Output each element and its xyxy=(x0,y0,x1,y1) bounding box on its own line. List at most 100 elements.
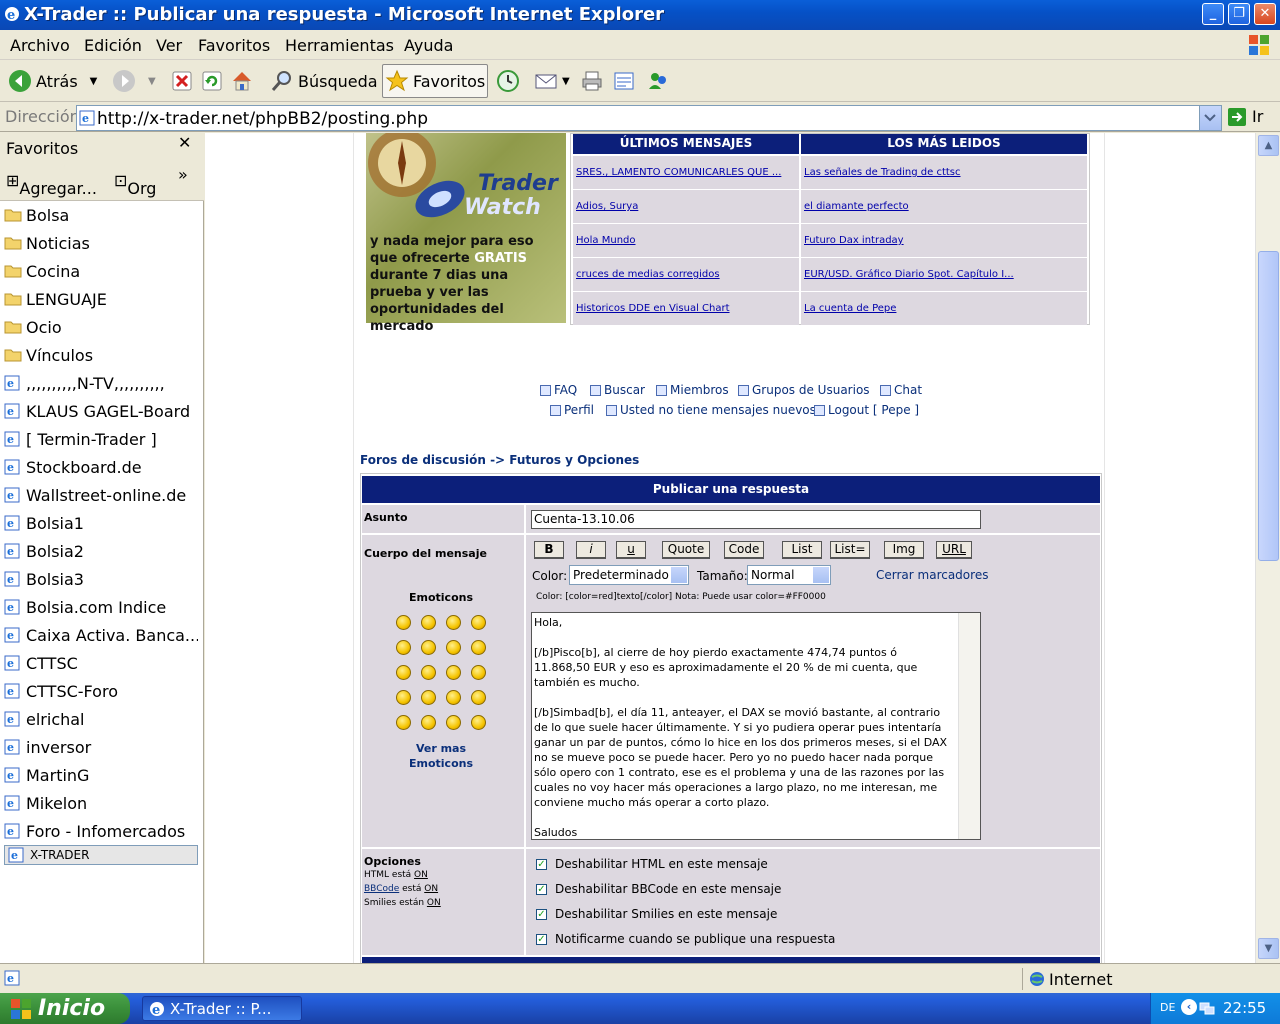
emoticon-icon[interactable] xyxy=(446,715,461,730)
latest-message-link[interactable]: Hola Mundo xyxy=(573,224,799,257)
favorite-item[interactable]: Vínculos xyxy=(4,341,198,369)
most-read-link[interactable]: La cuenta de Pepe xyxy=(801,292,1087,325)
favorite-item[interactable]: e MartinG xyxy=(4,761,198,789)
print-button[interactable] xyxy=(580,66,608,96)
most-read-link[interactable]: Las señales de Trading de cttsc xyxy=(801,156,1087,189)
taskbar-item-ie[interactable]: e X-Trader :: P... xyxy=(142,996,302,1021)
forward-dropdown-icon[interactable]: ▼ xyxy=(148,76,156,87)
favorite-item[interactable]: e Bolsia2 xyxy=(4,537,198,565)
scroll-down-button[interactable]: ▼ xyxy=(1258,938,1279,959)
scroll-thumb[interactable] xyxy=(1258,251,1279,561)
menu-favoritos[interactable]: Favoritos xyxy=(198,36,270,55)
minimize-button[interactable]: _ xyxy=(1202,3,1224,25)
emoticon-icon[interactable] xyxy=(421,715,436,730)
favorite-item[interactable]: Noticias xyxy=(4,229,198,257)
menu-herramientas[interactable]: Herramientas xyxy=(285,36,394,55)
refresh-button[interactable] xyxy=(200,66,228,96)
checkbox[interactable]: ✓ xyxy=(536,883,547,895)
list-numbered-button[interactable]: List= xyxy=(830,541,870,559)
members-link[interactable]: Miembros xyxy=(656,383,729,397)
mail-button[interactable]: ▼ xyxy=(534,66,570,96)
list-button[interactable]: List xyxy=(782,541,822,559)
network-icon[interactable] xyxy=(1199,1000,1215,1016)
emoticon-icon[interactable] xyxy=(396,715,411,730)
menu-ayuda[interactable]: Ayuda xyxy=(404,36,453,55)
scroll-up-button[interactable]: ▲ xyxy=(1258,135,1279,156)
latest-message-link[interactable]: cruces de medias corregidos xyxy=(573,258,799,291)
textarea-scrollbar[interactable] xyxy=(958,613,980,839)
size-select[interactable]: Normal xyxy=(747,565,831,585)
tray-expand-icon[interactable]: ‹ xyxy=(1181,999,1197,1015)
bbcode-link[interactable]: BBCode xyxy=(364,884,399,894)
checkbox[interactable]: ✓ xyxy=(536,858,547,870)
emoticon-icon[interactable] xyxy=(446,665,461,680)
emoticon-icon[interactable] xyxy=(421,615,436,630)
bold-button[interactable]: B xyxy=(534,541,564,559)
subject-input[interactable]: Cuenta-13.10.06 xyxy=(531,510,981,529)
most-read-link[interactable]: EUR/USD. Gráfico Diario Spot. Capítulo I… xyxy=(801,258,1087,291)
emoticon-icon[interactable] xyxy=(396,690,411,705)
favorite-item[interactable]: e X-TRADER xyxy=(4,845,198,865)
restore-button[interactable]: ❐ xyxy=(1228,3,1250,25)
url-button[interactable]: URL xyxy=(936,541,972,559)
favorite-item[interactable]: e elrichal xyxy=(4,705,198,733)
favorite-item[interactable]: e CTTSC xyxy=(4,649,198,677)
messenger-button[interactable] xyxy=(646,66,674,96)
language-indicator[interactable]: DE xyxy=(1160,1001,1175,1014)
page-scrollbar[interactable]: ▲ ▼ xyxy=(1255,133,1280,963)
private-messages-link[interactable]: Usted no tiene mensajes nuevos xyxy=(606,403,816,417)
faq-link[interactable]: FAQ xyxy=(540,383,577,397)
mail-dropdown-icon[interactable]: ▼ xyxy=(562,76,570,87)
organize-favorites-button[interactable]: ⊡ Org xyxy=(114,171,156,198)
close-button[interactable]: ✕ xyxy=(1254,3,1276,25)
latest-message-link[interactable]: SRES., LAMENTO COMUNICARLES QUE ... xyxy=(573,156,799,189)
close-icon[interactable]: ✕ xyxy=(178,133,191,152)
favorite-item[interactable]: e inversor xyxy=(4,733,198,761)
favorite-item[interactable]: e Bolsia1 xyxy=(4,509,198,537)
code-button[interactable]: Code xyxy=(724,541,764,559)
search-button[interactable]: Búsqueda xyxy=(270,66,378,96)
favorite-item[interactable]: e Mikelon xyxy=(4,789,198,817)
img-button[interactable]: Img xyxy=(884,541,924,559)
close-tags-link[interactable]: Cerrar marcadores xyxy=(876,568,988,582)
more-emoticons-link[interactable]: Ver mas Emoticons xyxy=(362,741,520,771)
favorite-item[interactable]: Cocina xyxy=(4,257,198,285)
most-read-link[interactable]: el diamante perfecto xyxy=(801,190,1087,223)
latest-message-link[interactable]: Historicos DDE en Visual Chart xyxy=(573,292,799,325)
traderwatch-banner[interactable]: Trader Watch y nada mejor para eso que o… xyxy=(366,133,566,334)
history-button[interactable] xyxy=(496,66,524,96)
emoticon-icon[interactable] xyxy=(396,665,411,680)
quote-button[interactable]: Quote xyxy=(662,541,710,559)
address-dropdown-button[interactable] xyxy=(1199,106,1221,130)
emoticon-icon[interactable] xyxy=(471,715,486,730)
forward-button[interactable]: ▼ xyxy=(112,66,156,96)
home-button[interactable] xyxy=(230,66,258,96)
emoticon-icon[interactable] xyxy=(421,640,436,655)
checkbox[interactable]: ✓ xyxy=(536,933,547,945)
stop-button[interactable] xyxy=(170,66,198,96)
option-row[interactable]: ✓ Deshabilitar Smilies en este mensaje xyxy=(536,907,777,921)
back-dropdown-icon[interactable]: ▼ xyxy=(90,76,98,87)
groups-link[interactable]: Grupos de Usuarios xyxy=(738,383,870,397)
edit-button[interactable] xyxy=(612,66,640,96)
favorite-item[interactable]: e Foro - Infomercados xyxy=(4,817,198,845)
underline-button[interactable]: u xyxy=(616,541,646,559)
favorite-item[interactable]: e Bolsia3 xyxy=(4,565,198,593)
favorite-item[interactable]: e [ Termin-Trader ] xyxy=(4,425,198,453)
emoticon-icon[interactable] xyxy=(471,615,486,630)
favorites-button[interactable]: Favoritos xyxy=(382,64,488,98)
add-favorite-button[interactable]: ⊞ Agregar... xyxy=(6,171,97,198)
emoticon-icon[interactable] xyxy=(471,690,486,705)
profile-link[interactable]: Perfil xyxy=(550,403,594,417)
emoticon-icon[interactable] xyxy=(471,640,486,655)
most-read-link[interactable]: Futuro Dax intraday xyxy=(801,224,1087,257)
color-select[interactable]: Predeterminado xyxy=(569,565,689,585)
favorite-item[interactable]: Ocio xyxy=(4,313,198,341)
italic-button[interactable]: i xyxy=(576,541,606,559)
latest-message-link[interactable]: Adios, Surya xyxy=(573,190,799,223)
menu-edicion[interactable]: Edición xyxy=(84,36,142,55)
start-button[interactable]: Inicio xyxy=(0,993,130,1024)
option-row[interactable]: ✓ Notificarme cuando se publique una resp… xyxy=(536,932,835,946)
favorite-item[interactable]: e Caixa Activa. Banca... xyxy=(4,621,198,649)
option-row[interactable]: ✓ Deshabilitar BBCode en este mensaje xyxy=(536,882,781,896)
